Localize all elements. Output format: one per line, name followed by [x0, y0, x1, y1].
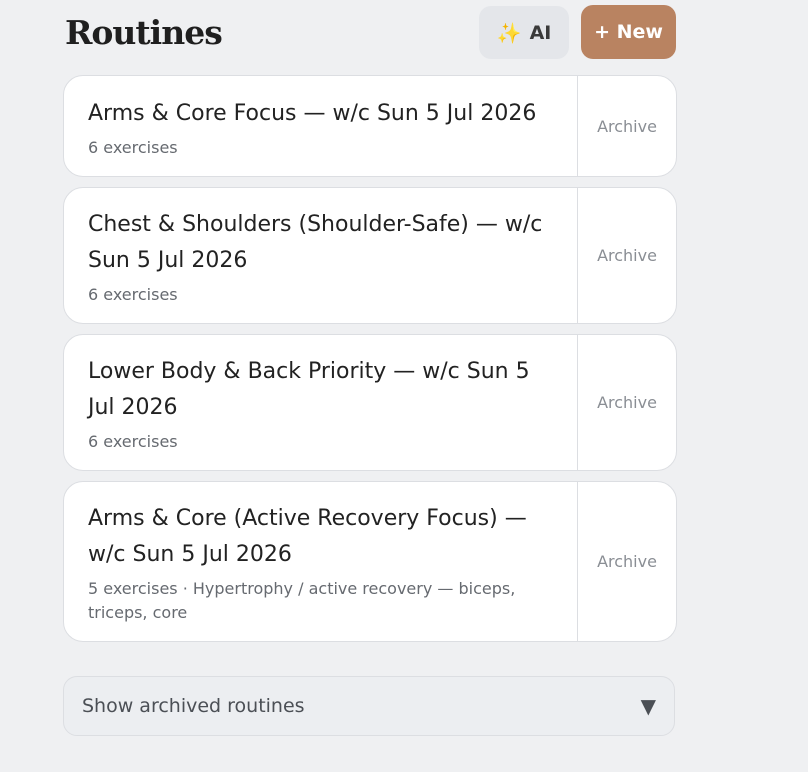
routine-meta: 6 exercises	[88, 285, 178, 304]
archive-button[interactable]: Archive	[577, 188, 676, 323]
routine-meta: 5 exercises · Hypertrophy / active recov…	[88, 579, 516, 622]
routine-card-body[interactable]: Lower Body & Back Priority — w/c Sun 5 J…	[64, 335, 577, 470]
routine-title: Arms & Core Focus — w/c Sun 5 Jul 2026	[88, 101, 537, 126]
routine-card-body[interactable]: Arms & Core Focus — w/c Sun 5 Jul 2026 6…	[64, 76, 577, 176]
new-routine-button[interactable]: + New	[581, 5, 676, 59]
routine-title: Chest & Shoulders (Shoulder-Safe) — w/c …	[88, 212, 543, 273]
ai-button[interactable]: ✨ AI	[479, 6, 569, 59]
routine-title: Arms & Core (Active Recovery Focus) — w/…	[88, 506, 527, 567]
routine-meta: 6 exercises	[88, 432, 178, 451]
sparkle-icon: ✨	[496, 20, 522, 45]
page-title: Routines	[65, 13, 223, 52]
page-header: Routines ✨ AI + New	[63, 0, 677, 72]
routine-card-body[interactable]: Arms & Core (Active Recovery Focus) — w/…	[64, 482, 577, 641]
archive-button[interactable]: Archive	[577, 482, 676, 641]
routine-meta: 6 exercises	[88, 138, 178, 157]
show-archived-label: Show archived routines	[82, 695, 305, 717]
routine-card[interactable]: Chest & Shoulders (Shoulder-Safe) — w/c …	[63, 187, 677, 324]
routine-card[interactable]: Arms & Core Focus — w/c Sun 5 Jul 2026 6…	[63, 75, 677, 177]
routine-card-body[interactable]: Chest & Shoulders (Shoulder-Safe) — w/c …	[64, 188, 577, 323]
archive-button[interactable]: Archive	[577, 76, 676, 176]
chevron-down-icon: ▼	[640, 694, 656, 718]
routine-card[interactable]: Arms & Core (Active Recovery Focus) — w/…	[63, 481, 677, 642]
routine-card[interactable]: Lower Body & Back Priority — w/c Sun 5 J…	[63, 334, 677, 471]
routines-page: Routines ✨ AI + New Arms & Core Focus — …	[63, 0, 677, 642]
show-archived-toggle[interactable]: Show archived routines ▼	[63, 676, 675, 736]
archive-button[interactable]: Archive	[577, 335, 676, 470]
routine-title: Lower Body & Back Priority — w/c Sun 5 J…	[88, 359, 530, 420]
ai-button-label: AI	[529, 21, 552, 44]
